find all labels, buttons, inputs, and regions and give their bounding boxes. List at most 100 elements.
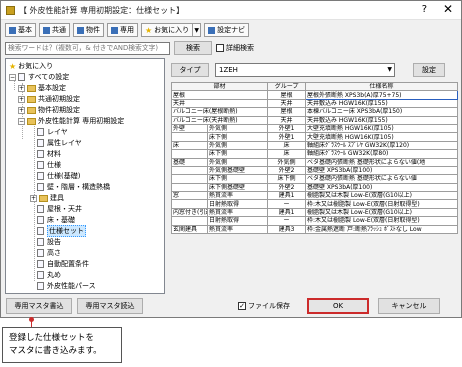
tab-setting-navi[interactable]: 設定ナビ xyxy=(204,23,250,37)
write-master-button[interactable]: 専用マスタ書込 xyxy=(6,298,72,314)
table-cell[interactable]: 日射熱取得 xyxy=(206,199,269,209)
table-cell[interactable]: 内窓付き(引違い) xyxy=(171,207,208,218)
table-cell[interactable]: 基礎壁 XPS3bA(厚100) xyxy=(305,165,459,176)
table-cell[interactable]: 床下側 xyxy=(206,132,269,142)
table-row[interactable]: 床外気側床軸組床ｸﾞﾗｽｳｰﾙ ｽﾌﾟﾚﾔ GW32K(厚120) xyxy=(171,140,459,151)
table-cell[interactable]: 熱貫流率 xyxy=(206,191,269,201)
favorites-dropdown[interactable]: ▼ xyxy=(192,23,202,37)
tree-item-fittings[interactable]: + 建具 xyxy=(30,193,64,203)
tree-item-floor[interactable]: 床・基礎 xyxy=(37,215,75,225)
expand-icon[interactable]: + xyxy=(30,194,37,202)
table-cell[interactable]: 天井敷込み HGW16K(厚155) xyxy=(305,115,459,125)
expand-icon[interactable]: + xyxy=(18,106,25,114)
tree-item-spec-foundation[interactable]: 仕様(基礎) xyxy=(37,171,80,181)
table-cell[interactable]: 建具1 xyxy=(267,207,307,218)
table-cell[interactable]: 日射熱取得 xyxy=(206,216,269,226)
tab-dedicated[interactable]: 専用 xyxy=(107,23,138,37)
collapse-icon[interactable]: − xyxy=(9,73,16,81)
table-row[interactable]: 日射熱取得ー枠:木又は樹脂製 Low-E(双層(日射取得型) xyxy=(171,216,459,226)
table-cell[interactable]: バルコニー床(天井断熱) xyxy=(170,115,269,125)
table-cell[interactable]: 外壁1 xyxy=(267,132,307,142)
type-select[interactable]: 1ZEH ▼ xyxy=(215,63,395,77)
detail-search-checkbox[interactable]: 詳細検索 xyxy=(216,43,254,53)
table-row[interactable]: 床下側床軸組床ｸﾞﾗｽｳｰﾙ GW32K(厚80) xyxy=(171,149,459,159)
table-cell[interactable]: 基礎壁 XPS3bA(厚100) xyxy=(305,182,459,193)
table-cell[interactable]: ー xyxy=(267,199,307,209)
table-cell[interactable] xyxy=(171,132,208,142)
type-button[interactable]: タイプ xyxy=(171,63,209,77)
table-row[interactable]: 内窓付き(引違い)熱貫流率建具1樹脂製又は木製 Low-E(双層(G10以上) xyxy=(171,207,459,218)
tab-favorites[interactable]: ★ お気に入り xyxy=(141,23,194,37)
tree-item-all-settings[interactable]: − すべての設定 xyxy=(9,72,69,82)
table-cell[interactable]: 床下側基礎壁 xyxy=(206,182,269,193)
table-cell[interactable]: 基礎 xyxy=(171,157,208,167)
table-cell[interactable]: 天井 xyxy=(267,115,307,125)
table-cell[interactable]: 建具3 xyxy=(267,224,307,235)
table-cell[interactable]: 外壁 xyxy=(171,123,208,134)
table-cell[interactable]: 天井 xyxy=(170,98,269,109)
collapse-icon[interactable]: − xyxy=(18,117,25,125)
table-cell[interactable]: ベタ基礎内張断熱 基礎形状によらない値(地 xyxy=(305,157,459,167)
table-cell[interactable]: 床 xyxy=(267,149,307,159)
table-cell[interactable]: 屋根 xyxy=(267,107,307,117)
table-cell[interactable]: 屋根外張断熱 XPS3b(A)厚75+75) xyxy=(305,90,459,100)
table-row[interactable]: 日射熱取得ー枠:木又は樹脂製 Low-E(双層(日射取得型) xyxy=(171,199,459,209)
tree-item-favorites[interactable]: ★ お気に入り xyxy=(9,61,53,71)
tab-basic[interactable]: 基本 xyxy=(5,23,36,37)
table-cell[interactable] xyxy=(171,216,208,226)
tab-property[interactable]: 物件 xyxy=(73,23,104,37)
table-cell[interactable]: 外気側 xyxy=(206,123,269,134)
table-cell[interactable] xyxy=(171,149,208,159)
table-cell[interactable]: 枠:木又は樹脂製 Low-E(双層(日射取得型) xyxy=(305,199,459,209)
expand-icon[interactable]: + xyxy=(18,84,25,92)
tree-item-property[interactable]: + 物件初期設定 xyxy=(18,105,80,115)
table-cell[interactable]: 床下側 xyxy=(206,149,269,159)
tree-item-common[interactable]: + 共通初期設定 xyxy=(18,94,80,104)
table-cell[interactable]: 枠:木又は樹脂製 Low-E(双層(日射取得型) xyxy=(305,216,459,226)
tree-item-spec[interactable]: 仕様 xyxy=(37,160,61,170)
table-cell[interactable]: 大壁充填断熱 HGW16K(厚105) xyxy=(305,132,459,142)
table-row[interactable]: 外気側基礎壁 外壁2 基礎壁 XPS3bA(厚100) xyxy=(171,165,459,176)
tree-item-outer-perf[interactable]: 外皮性能パース xyxy=(37,281,96,291)
cancel-button[interactable]: キャンセル xyxy=(378,298,440,314)
table-cell[interactable]: 外壁2 xyxy=(267,165,307,176)
table-cell[interactable]: 床 xyxy=(171,140,208,151)
tree-item-height[interactable]: 高さ xyxy=(37,248,61,258)
table-cell[interactable]: バルコニー床(屋根断熱) xyxy=(170,107,269,117)
table-row[interactable]: 窓熱貫流率 建具1 樹脂製又は木製 Low-E(双層(G10以上) xyxy=(171,191,459,201)
tree-item-roof[interactable]: 屋根・天井 xyxy=(37,204,82,214)
table-cell[interactable]: 外壁1 xyxy=(267,123,307,134)
table-row[interactable]: 床下側 外壁1 大壁充填断熱 HGW16K(厚105) xyxy=(171,132,459,142)
tree-item-material[interactable]: 材料 xyxy=(37,149,61,159)
table-cell[interactable]: 外気側 xyxy=(206,157,269,167)
tree-item-wall[interactable]: 壁・階層・構造熱橋 xyxy=(37,182,110,192)
table-row[interactable]: 外壁 外気側 外壁1 大壁充填断熱 HGW16K(厚105) xyxy=(171,123,459,134)
tree-item-layer[interactable]: レイヤ xyxy=(37,127,68,137)
close-icon[interactable]: ✕ xyxy=(443,2,453,16)
table-row[interactable]: 基礎 外気側 外気側 ベタ基礎内張断熱 基礎形状によらない値(地 xyxy=(171,157,459,167)
table-cell[interactable]: 天井敷込み HGW16K(厚155) xyxy=(305,98,459,109)
table-cell[interactable] xyxy=(171,165,208,176)
table-row[interactable]: 屋根 屋根 屋根外張断熱 XPS3b(A)厚75+75) xyxy=(170,90,459,100)
tree-item-spec-set[interactable]: 仕様セット xyxy=(37,225,86,237)
tree-item-outer-skin[interactable]: − 外皮性能計算 専用初期設定 xyxy=(18,116,124,126)
table-cell[interactable]: 樹脂製又は木製 Low-E(双層(G10以上) xyxy=(305,191,459,201)
table-cell[interactable]: 床 xyxy=(267,140,307,151)
help-icon[interactable]: ? xyxy=(422,4,427,15)
tree-item-rounding[interactable]: 丸め xyxy=(37,270,61,280)
table-cell[interactable] xyxy=(171,174,208,184)
table-row[interactable]: 天井 天井 天井敷込み HGW16K(厚155) xyxy=(170,98,459,109)
table-cell[interactable]: 熱貫流率 xyxy=(206,207,269,218)
table-cell[interactable] xyxy=(171,199,208,209)
table-cell[interactable]: 外気側基礎壁 xyxy=(206,165,269,176)
table-cell[interactable]: 枠:金属熱遮断 戸:断熱ﾌﾗｯｼｭ ﾎﾟｽﾄなし Low xyxy=(305,224,459,235)
expand-icon[interactable]: + xyxy=(18,95,25,103)
table-cell[interactable]: 大壁充填断熱 HGW16K(厚105) xyxy=(305,123,459,134)
table-cell[interactable]: 床下側 xyxy=(206,174,269,184)
table-row[interactable]: 床下側基礎壁 外壁2 基礎壁 XPS3bA(厚100) xyxy=(171,182,459,193)
tree-item-auto-place[interactable]: 自動配置条件 xyxy=(37,259,89,269)
table-cell[interactable]: 屋根 xyxy=(170,90,269,100)
file-save-checkbox[interactable]: ✓ ファイル保存 xyxy=(238,301,290,311)
table-cell[interactable]: 熱貫流率 xyxy=(206,224,269,235)
table-cell[interactable]: 本棟バルコニー床 XPS3bA(厚150) xyxy=(305,107,459,117)
